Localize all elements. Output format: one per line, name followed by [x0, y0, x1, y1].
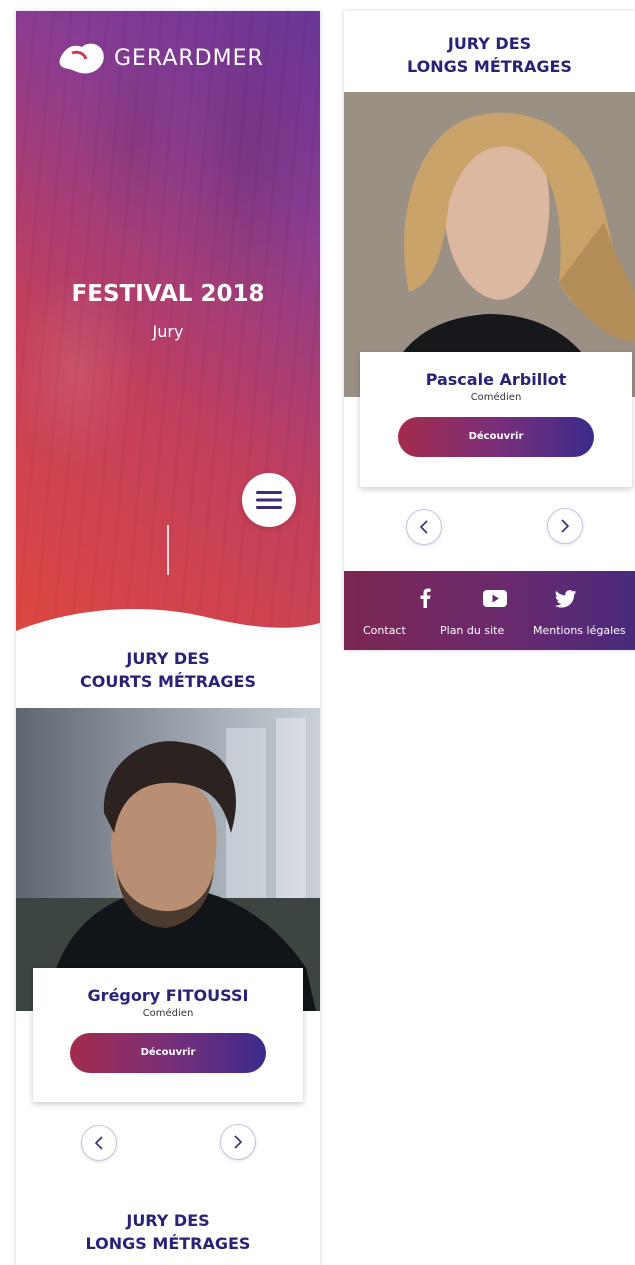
jury-card-gregory: Grégory FITOUSSI Comédien Découvrir — [33, 968, 303, 1102]
section-title-line: JURY DES — [126, 649, 210, 668]
section-title-courts: JURY DES COURTS MÉTRAGES — [16, 647, 320, 693]
chevron-left-icon — [94, 1136, 103, 1150]
logo-mark-icon — [59, 43, 104, 74]
jury-name: Pascale Arbillot — [425, 370, 567, 389]
section-title-line: JURY DES — [126, 1211, 210, 1230]
facebook-link[interactable] — [418, 588, 432, 608]
jury-role: Comédien — [142, 1008, 194, 1019]
section-title-line: COURTS MÉTRAGES — [80, 672, 256, 691]
jury-photo-gregory — [16, 708, 320, 1011]
jury-card-pascale: Pascale Arbillot Comédien Découvrir — [360, 352, 632, 487]
menu-button[interactable] — [242, 473, 296, 527]
footer-link-sitemap[interactable]: Plan du site — [440, 624, 504, 637]
logo-text: GERARDMER — [114, 45, 264, 71]
mobile-page-jury-continued: JURY DES LONGS MÉTRAGES Pascale Arbillot… — [344, 11, 635, 650]
page-subtitle: Jury — [152, 322, 184, 341]
scroll-indicator — [167, 525, 169, 575]
section-title-line: LONGS MÉTRAGES — [85, 1234, 251, 1253]
section-title-line: JURY DES — [447, 34, 532, 53]
site-footer: Contact Plan du site Mentions légales — [344, 571, 635, 650]
mobile-page-jury: GERARDMER FESTIVAL 2018 Jury JURY DES CO… — [16, 11, 320, 1265]
hero-banner: GERARDMER FESTIVAL 2018 Jury — [16, 11, 320, 651]
section-title-longs: JURY DES LONGS MÉTRAGES — [16, 1209, 320, 1255]
site-logo[interactable]: GERARDMER — [58, 39, 264, 77]
chevron-right-icon — [561, 519, 570, 533]
discover-button[interactable]: Découvrir — [398, 417, 594, 457]
portrait-image — [16, 708, 320, 1011]
carousel-prev-button[interactable] — [81, 1125, 117, 1161]
footer-link-legal[interactable]: Mentions légales — [533, 624, 626, 637]
discover-button[interactable]: Découvrir — [70, 1033, 266, 1073]
twitter-icon — [555, 590, 577, 608]
footer-link-contact[interactable]: Contact — [363, 624, 406, 637]
chevron-left-icon — [419, 520, 428, 534]
jury-name: Grégory FITOUSSI — [87, 986, 249, 1005]
jury-role: Comédien — [470, 392, 522, 403]
section-title-longs: JURY DES LONGS MÉTRAGES — [344, 32, 635, 78]
chevron-right-icon — [234, 1135, 243, 1149]
carousel-next-button[interactable] — [220, 1124, 256, 1160]
twitter-link[interactable] — [555, 590, 577, 608]
hero-wave-divider — [16, 608, 320, 651]
page-title: FESTIVAL 2018 — [71, 281, 265, 307]
youtube-icon — [483, 590, 507, 607]
youtube-link[interactable] — [483, 590, 507, 607]
facebook-icon — [420, 588, 431, 608]
carousel-prev-button[interactable] — [406, 509, 442, 545]
hamburger-icon — [256, 491, 282, 509]
carousel-next-button[interactable] — [547, 508, 583, 544]
section-title-line: LONGS MÉTRAGES — [407, 57, 572, 76]
